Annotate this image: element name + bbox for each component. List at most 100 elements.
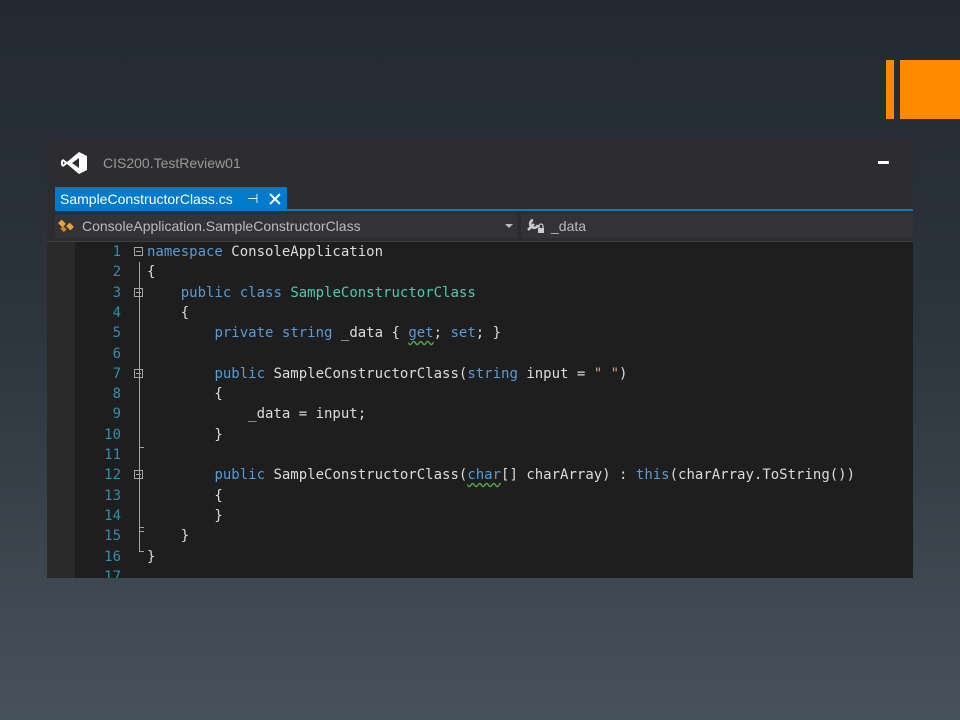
code-line[interactable]: 8 { [47,384,913,404]
line-number: 7 [112,365,121,382]
line-number: 15 [104,528,121,545]
line-number: 8 [112,386,121,403]
code-token: private [214,325,274,342]
accent-square [900,60,960,119]
navigation-bar: ConsoleApplication.SampleConstructorClas… [47,211,913,242]
code-token: { [147,264,156,281]
line-number: 9 [112,406,121,423]
code-token: class [239,284,282,301]
code-line[interactable]: 17 [47,567,913,578]
code-token: { [147,487,223,504]
code-line[interactable]: 16} [47,547,913,567]
code-text: } [147,425,223,445]
code-line[interactable]: 9 _data = input; [47,404,913,424]
pin-icon[interactable]: ⊣ [247,191,259,207]
accent-bar [886,60,894,119]
member-dropdown[interactable]: _data [521,214,913,238]
code-token: input = [517,365,594,382]
code-line[interactable]: 6 [47,344,913,364]
code-line[interactable]: 11 [47,445,913,465]
code-token: ; [433,325,451,342]
code-token: SampleConstructorClass [290,284,476,301]
code-token: string [281,325,333,342]
member-dropdown-value: _data [551,218,587,234]
code-token: get [408,325,434,342]
code-token: _data { [332,325,409,342]
line-number: 6 [112,345,121,362]
collapse-icon[interactable] [134,368,143,378]
visual-studio-logo-icon [61,152,87,174]
code-token: ; } [475,325,502,342]
line-number: 3 [112,284,121,301]
line-number: 10 [104,426,121,443]
tab-label: SampleConstructorClass.cs [60,191,233,207]
code-line[interactable]: 13 { [47,486,913,506]
code-token: ConsoleApplication [222,244,384,260]
code-text: public SampleConstructorClass(char[] cha… [147,465,855,485]
code-token: [] charArray) : [501,467,636,484]
code-line[interactable]: 3 public class SampleConstructorClass [47,283,913,303]
code-line[interactable]: 15 } [47,526,913,546]
code-line[interactable]: 10 } [47,425,913,445]
line-number: 14 [104,507,121,524]
code-text: { [147,262,155,282]
code-token: public [214,467,266,484]
code-text: { [147,384,223,404]
window-title: CIS200.TestReview01 [103,155,241,171]
line-number: 13 [104,487,121,504]
chevron-down-icon [505,224,513,228]
line-number: 4 [112,304,121,321]
code-token: set [450,325,476,342]
code-text: } [147,547,155,567]
code-token: namespace [147,244,223,260]
code-line[interactable]: 7 public SampleConstructorClass(string i… [47,364,913,384]
code-token: ) [619,365,628,382]
code-text: namespace ConsoleApplication [147,242,383,262]
collapse-icon[interactable] [134,470,143,480]
code-token: _data = input; [147,406,367,423]
code-token: } [147,548,156,565]
line-number: 11 [104,447,121,463]
line-number: 5 [112,325,121,342]
code-text: public class SampleConstructorClass [147,283,476,303]
collapse-icon[interactable] [134,287,143,297]
code-text: { [147,303,189,323]
code-token: (charArray.ToString()) [669,467,856,484]
class-icon [58,219,74,233]
code-text: public SampleConstructorClass(string inp… [147,364,627,384]
minimize-button[interactable] [875,149,893,167]
code-token: { [147,386,223,403]
type-dropdown[interactable]: ConsoleApplication.SampleConstructorClas… [55,214,517,238]
line-number: 1 [112,244,121,260]
code-line[interactable]: 12 public SampleConstructorClass(char[] … [47,465,913,485]
code-line[interactable]: 1 namespace ConsoleApplication [47,242,913,262]
ide-window: CIS200.TestReview01 SampleConstructorCla… [47,141,913,578]
code-token: { [147,304,190,321]
code-token: public [214,365,266,382]
code-text: { [147,486,223,506]
code-token: } [147,528,190,545]
code-line[interactable]: 14 } [47,506,913,526]
close-icon[interactable] [269,193,281,205]
code-token: this [635,467,670,484]
tab-strip: SampleConstructorClass.cs ⊣ [47,185,913,211]
title-bar: CIS200.TestReview01 [47,141,913,185]
code-editor[interactable]: 1 namespace ConsoleApplication 2{3 public … [47,242,913,578]
code-line[interactable]: 5 private string _data { get; set; } [47,323,913,343]
collapse-icon[interactable] [134,247,143,256]
code-token: } [147,426,223,443]
tab-sample-constructor-class[interactable]: SampleConstructorClass.cs ⊣ [55,187,287,211]
code-text: private string _data { get; set; } [147,323,501,343]
code-line[interactable]: 4 { [47,303,913,323]
type-dropdown-value: ConsoleApplication.SampleConstructorClas… [82,218,361,234]
code-text: } [147,506,222,526]
code-text: _data = input; [147,404,366,424]
line-number: 17 [104,568,121,578]
property-icon [527,218,544,233]
code-token: string [467,365,518,382]
code-line[interactable]: 2{ [47,262,913,282]
code-text: } [147,526,189,546]
